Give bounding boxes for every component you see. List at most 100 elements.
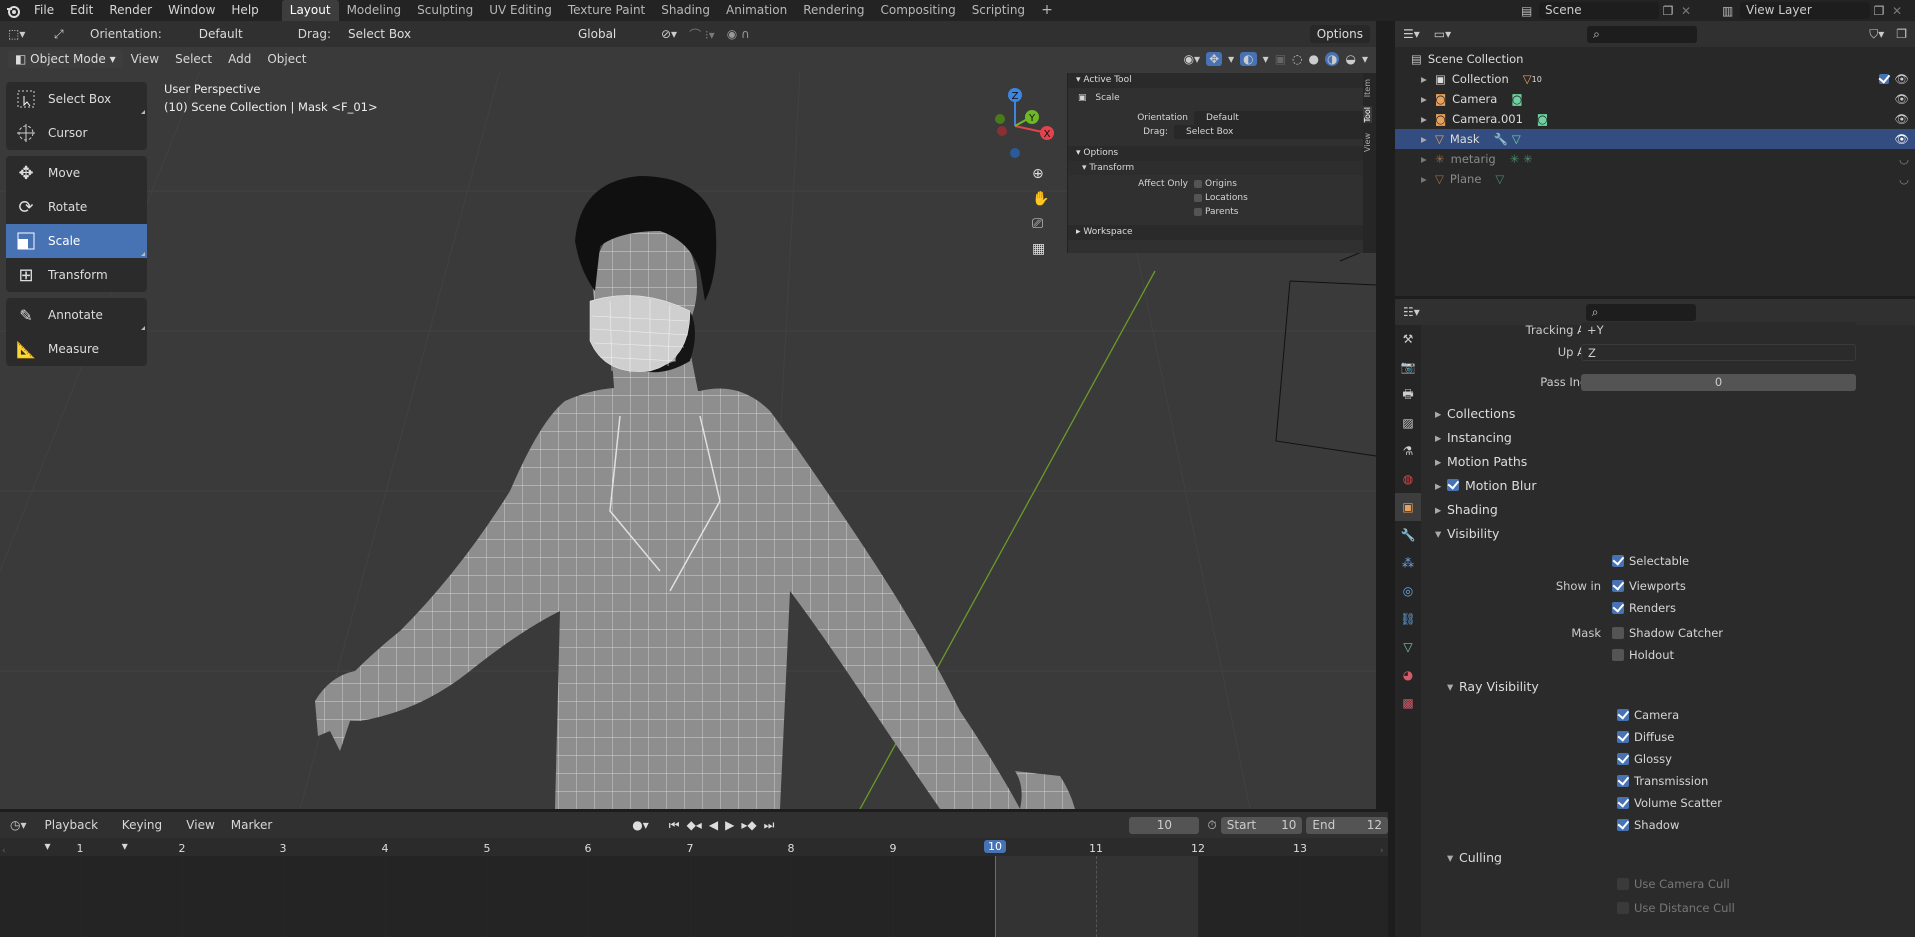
overlay-toggle-icon[interactable]: ◐ xyxy=(1240,52,1257,66)
menu-window[interactable]: Window xyxy=(160,0,223,21)
up-axis-dropdown[interactable]: Z xyxy=(1581,343,1856,361)
modifier-tab-icon[interactable]: 🔧 xyxy=(1395,521,1421,549)
filter-icon[interactable]: ⛉▾ xyxy=(1869,27,1884,42)
gizmo-dropdown-icon[interactable]: ▾ xyxy=(1228,52,1234,66)
visibility-panel-header[interactable]: ▾ Visibility xyxy=(1421,521,1915,545)
viewport-menu-object[interactable]: Object xyxy=(259,49,314,70)
options-dropdown[interactable]: Options xyxy=(1309,25,1370,43)
renders-checkbox[interactable] xyxy=(1612,602,1624,614)
delete-scene-icon[interactable]: ✕ xyxy=(1677,4,1695,18)
scene-tab-icon[interactable]: ⚗ xyxy=(1395,437,1421,465)
playhead-line[interactable] xyxy=(995,856,996,937)
scene-field[interactable]: Scene xyxy=(1539,2,1659,19)
object-tab-icon[interactable]: ▣ xyxy=(1395,493,1421,521)
tab-animation[interactable]: Animation xyxy=(718,0,795,21)
parents-checkbox[interactable] xyxy=(1194,208,1202,216)
ray-transmission-checkbox[interactable] xyxy=(1617,775,1629,787)
locations-checkbox[interactable] xyxy=(1194,194,1202,202)
solid-shading-icon[interactable]: ● xyxy=(1309,52,1319,66)
new-view-layer-icon[interactable]: ❐ xyxy=(1870,4,1888,18)
end-frame-field[interactable]: End 12 xyxy=(1306,816,1388,834)
np-drag-dropdown[interactable]: Select Box xyxy=(1174,125,1374,139)
viewport-menu-view[interactable]: View xyxy=(123,49,167,70)
motion-blur-panel-header[interactable]: ▸ Motion Blur xyxy=(1421,473,1915,497)
start-frame-field[interactable]: Start 10 xyxy=(1220,816,1303,834)
new-scene-icon[interactable]: ❐ xyxy=(1659,4,1677,18)
tab-texture-paint[interactable]: Texture Paint xyxy=(560,0,653,21)
particles-tab-icon[interactable]: ⁂ xyxy=(1395,549,1421,577)
add-workspace-button[interactable]: + xyxy=(1033,0,1061,21)
tool-tab-icon[interactable]: ⚒ xyxy=(1395,325,1421,353)
active-tool-panel-header[interactable]: ▾ Active Tool xyxy=(1068,73,1376,88)
overlay-dropdown-icon[interactable]: ▾ xyxy=(1263,52,1269,66)
render-tab-icon[interactable]: 📷 xyxy=(1395,353,1421,381)
texture-tab-icon[interactable]: ▩ xyxy=(1395,689,1421,717)
outliner-row-plane[interactable]: ▸ ▽ Plane ▽ ◡ xyxy=(1395,169,1915,189)
shading-dropdown-icon[interactable]: ▾ xyxy=(1362,52,1368,66)
output-tab-icon[interactable]: 🖶 xyxy=(1395,381,1421,409)
snap-icon[interactable]: ⌒ ⁝▾ xyxy=(689,26,715,43)
zoom-icon[interactable]: ⊕ xyxy=(1032,166,1049,182)
tool-annotate[interactable]: ✎ Annotate xyxy=(6,298,147,332)
options-panel-header[interactable]: ▾ Options xyxy=(1068,146,1376,161)
tool-cursor[interactable]: Cursor xyxy=(6,116,147,150)
visibility-eye-icon[interactable]: 👁 xyxy=(1894,92,1909,106)
record-icon[interactable]: ●▾ xyxy=(632,818,649,832)
scroll-right-icon[interactable]: › xyxy=(1380,846,1384,856)
ray-glossy-checkbox[interactable] xyxy=(1617,753,1629,765)
delete-view-layer-icon[interactable]: ✕ xyxy=(1888,4,1906,18)
camera-object[interactable] xyxy=(1275,280,1376,457)
xray-icon[interactable]: ▣ xyxy=(1275,52,1286,66)
jump-start-icon[interactable]: ⏮ xyxy=(669,818,680,833)
character-mesh[interactable] xyxy=(315,176,1075,809)
properties-search-input[interactable]: ⌕ xyxy=(1585,303,1696,321)
view-layer-tab-icon[interactable]: ▨ xyxy=(1395,409,1421,437)
expand-arrow-icon[interactable]: ▸ xyxy=(1421,132,1435,146)
tool-scale[interactable]: Scale xyxy=(6,224,147,258)
mode-dropdown[interactable]: ◧ Object Mode ▾ xyxy=(8,50,123,68)
use-camera-cull-checkbox[interactable] xyxy=(1617,878,1629,890)
outliner-row-mask[interactable]: ▸ ▽ Mask 🔧 ▽ 👁 xyxy=(1395,129,1915,149)
visibility-icon[interactable]: ◉▾ xyxy=(1184,52,1201,66)
origins-checkbox[interactable] xyxy=(1194,180,1202,188)
active-tool-icon[interactable]: ⤢ xyxy=(54,27,74,42)
play-reverse-icon[interactable]: ◀ xyxy=(709,818,718,832)
tab-compositing[interactable]: Compositing xyxy=(872,0,963,21)
outliner-search-input[interactable]: ⌕ xyxy=(1587,25,1698,43)
pan-hand-icon[interactable]: ✋ xyxy=(1032,191,1049,207)
holdout-checkbox[interactable] xyxy=(1612,649,1624,661)
jump-end-icon[interactable]: ⏭ xyxy=(764,818,775,833)
editor-type-icon[interactable]: ⬚▾ xyxy=(8,27,34,41)
viewport-menu-add[interactable]: Add xyxy=(220,49,259,70)
scene-collection-row[interactable]: ▤ Scene Collection xyxy=(1395,49,1915,69)
tool-select-box[interactable]: Select Box xyxy=(6,82,147,116)
shading-panel-header[interactable]: ▸ Shading xyxy=(1421,497,1915,521)
physics-tab-icon[interactable]: ◎ xyxy=(1395,577,1421,605)
menu-render[interactable]: Render xyxy=(101,0,160,21)
pass-index-field[interactable]: 0 xyxy=(1581,373,1856,391)
tool-rotate[interactable]: ⟳ Rotate xyxy=(6,190,147,224)
expand-arrow-icon[interactable]: ▸ xyxy=(1421,112,1435,126)
current-frame-field[interactable]: 10 xyxy=(1129,816,1200,834)
orientation-dropdown[interactable]: Default xyxy=(192,25,288,43)
playhead-frame-label[interactable]: 10 xyxy=(984,840,1006,853)
expand-arrow-icon[interactable]: ▸ xyxy=(1421,92,1435,106)
world-tab-icon[interactable]: ◍ xyxy=(1395,465,1421,493)
outliner-row-camera[interactable]: ▸ ◙ Camera ◙ 👁 xyxy=(1395,89,1915,109)
visibility-eye-icon[interactable]: 👁 xyxy=(1894,132,1909,146)
menu-help[interactable]: Help xyxy=(223,0,266,21)
jump-keyframe-back-icon[interactable]: ◆◂ xyxy=(687,818,702,832)
properties-editor-type-icon[interactable]: ☷▾ xyxy=(1403,305,1420,319)
perspective-grid-icon[interactable]: ▦ xyxy=(1032,241,1049,257)
menu-edit[interactable]: Edit xyxy=(62,0,101,21)
tab-modeling[interactable]: Modeling xyxy=(339,0,410,21)
expand-arrow-icon[interactable]: ▸ xyxy=(1421,172,1435,186)
workspace-panel-header[interactable]: ▸ Workspace xyxy=(1068,225,1376,240)
new-collection-icon[interactable]: ❐ xyxy=(1896,27,1907,41)
constraints-tab-icon[interactable]: ⛓ xyxy=(1395,605,1421,633)
transform-orientation-dropdown[interactable]: Global xyxy=(571,25,651,43)
frame-range-area[interactable] xyxy=(995,856,1199,937)
collections-panel-header[interactable]: ▸ Collections xyxy=(1421,401,1915,425)
blender-logo-icon[interactable] xyxy=(0,0,26,21)
pivot-icon[interactable]: ⊘▾ xyxy=(661,27,677,41)
